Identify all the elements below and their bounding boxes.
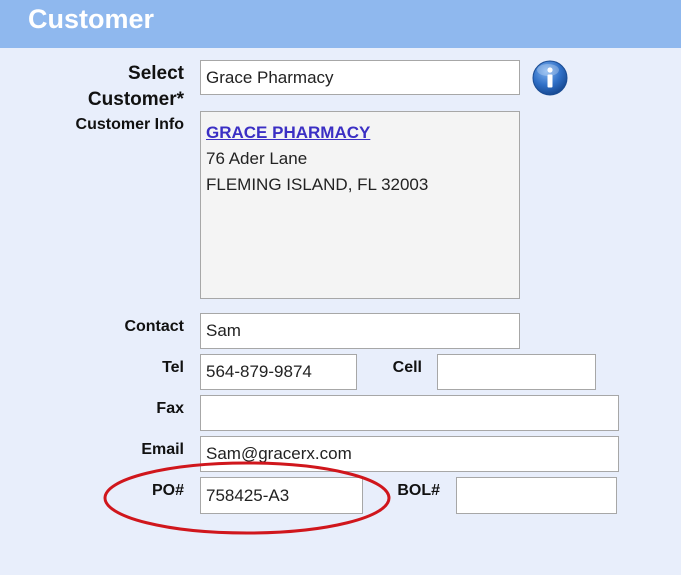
- tel-input[interactable]: 564-879-9874: [200, 354, 357, 390]
- fax-label: Fax: [156, 400, 184, 417]
- page-header: Customer: [0, 0, 681, 48]
- po-label: PO#: [151, 482, 184, 499]
- po-input-value: 758425-A3: [206, 485, 290, 505]
- bol-label: BOL#: [397, 482, 440, 499]
- tel-input-value: 564-879-9874: [206, 362, 312, 381]
- cell-label: Cell: [392, 359, 422, 376]
- header-title: Customer: [28, 4, 155, 34]
- customer-input-value: Grace Pharmacy: [206, 67, 334, 87]
- contact-input-value: Sam: [206, 321, 241, 340]
- bol-input[interactable]: [456, 477, 617, 514]
- email-input-value: Sam@gracerx.com: [206, 444, 352, 463]
- customer-info-label: Customer Info: [75, 116, 184, 133]
- contact-label: Contact: [124, 318, 184, 335]
- tel-label: Tel: [162, 359, 184, 376]
- select-customer-label-line2: Customer*: [87, 89, 184, 110]
- customer-address-line1: 76 Ader Lane: [206, 149, 308, 168]
- customer-address-line2: FLEMING ISLAND, FL 32003: [206, 175, 429, 194]
- customer-name-link[interactable]: GRACE PHARMACY: [206, 123, 370, 142]
- cell-input[interactable]: [437, 354, 596, 390]
- select-customer-label-line1: Select: [128, 63, 184, 84]
- contact-input[interactable]: Sam: [200, 313, 520, 349]
- info-icon[interactable]: [532, 60, 568, 96]
- customer-input[interactable]: Grace Pharmacy: [200, 60, 520, 95]
- customer-info-box: GRACE PHARMACY 76 Ader Lane FLEMING ISLA…: [200, 111, 520, 299]
- fax-input[interactable]: [200, 395, 619, 431]
- email-input[interactable]: Sam@gracerx.com: [200, 436, 619, 472]
- po-input[interactable]: 758425-A3: [200, 477, 363, 514]
- select-customer-label: Select Customer*: [60, 61, 184, 113]
- email-label: Email: [141, 441, 184, 458]
